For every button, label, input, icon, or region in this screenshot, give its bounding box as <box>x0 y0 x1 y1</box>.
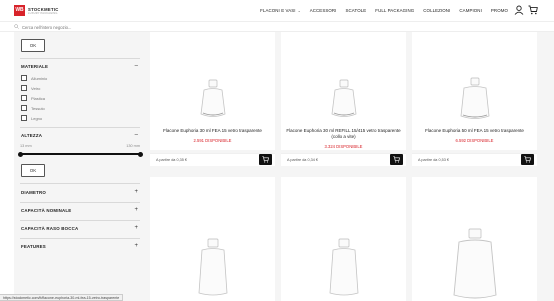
logo-tagline: LUXURY PACKAGING <box>28 11 58 15</box>
filter-option-vetro[interactable]: Vetro <box>21 85 40 91</box>
height-slider-track[interactable] <box>20 153 140 155</box>
divider <box>20 238 140 239</box>
ok-button[interactable]: OK <box>21 39 45 52</box>
nav-item-campioni[interactable]: CAMPIONI <box>459 8 482 13</box>
product-availability: 2.591 DISPONIBILE <box>193 138 232 143</box>
filter-option-legno[interactable]: Legno <box>21 115 42 121</box>
product-title[interactable]: Flacone Euphoria 30 ml REFILL 15/415 vet… <box>281 128 406 140</box>
product-image[interactable] <box>451 227 499 301</box>
logo-name: STOCKMETIC <box>28 6 59 12</box>
materiale-title[interactable]: MATERIALE <box>21 64 48 69</box>
product-card[interactable] <box>150 177 275 301</box>
search-input[interactable] <box>22 23 222 31</box>
add-to-cart-button[interactable] <box>390 154 403 165</box>
divider <box>20 202 140 203</box>
altezza-title[interactable]: ALTEZZA <box>21 133 42 138</box>
divider <box>20 127 140 128</box>
product-image[interactable] <box>198 78 228 120</box>
product-title[interactable]: Flacone Euphoria 50 ml FEA 15 vetro tras… <box>412 128 537 134</box>
product-image[interactable] <box>329 78 359 120</box>
product-card[interactable] <box>412 177 537 301</box>
filter-option-plastica[interactable]: Plastica <box>21 95 45 101</box>
product-card[interactable]: Flacone Euphoria 50 ml FEA 15 vetro tras… <box>412 32 537 150</box>
product-price: A partire da 0,34 € <box>281 153 406 166</box>
checkbox[interactable] <box>21 115 27 121</box>
divider <box>20 183 140 184</box>
features-title[interactable]: FEATURES <box>21 244 46 249</box>
status-bar: https://stockmetic.com/it/flacone-euphor… <box>0 294 124 301</box>
filter-sidebar: OK MATERIALE – Alluminio Vetro Plastica … <box>14 32 146 301</box>
cart-icon <box>393 156 400 163</box>
altezza-toggle[interactable]: – <box>135 132 138 138</box>
capacita-raso-bocca-title[interactable]: CAPACITÀ RASO BOCCA <box>21 226 78 231</box>
product-price: A partire da 0,53 € <box>412 153 537 166</box>
nav-item-collezioni[interactable]: COLLEZIONI <box>423 8 450 13</box>
main-nav: FLACONI E VASI ⌄ ACCESSORI SCATOLE FULL … <box>260 8 508 13</box>
product-card[interactable] <box>281 177 406 301</box>
capacita-raso-bocca-toggle[interactable]: + <box>134 225 138 231</box>
search-bar <box>0 22 554 32</box>
chevron-down-icon: ⌄ <box>296 9 301 13</box>
product-image[interactable] <box>458 76 492 122</box>
cart-icon <box>262 156 269 163</box>
search-icon[interactable] <box>14 24 19 29</box>
add-to-cart-button[interactable] <box>259 154 272 165</box>
height-range-labels: 13 mm 130 mm <box>20 144 140 148</box>
logo-mark: WB <box>14 5 25 16</box>
capacita-nominale-title[interactable]: CAPACITÀ NOMINALE <box>21 208 71 213</box>
features-toggle[interactable]: + <box>134 243 138 249</box>
checkbox[interactable] <box>21 75 27 81</box>
cart-icon <box>524 156 531 163</box>
add-to-cart-button[interactable] <box>521 154 534 165</box>
checkbox[interactable] <box>21 85 27 91</box>
nav-item-full-packaging[interactable]: FULL PACKAGING <box>375 8 414 13</box>
apply-height-button[interactable]: OK <box>21 164 45 177</box>
range-max-label: 130 mm <box>126 144 140 148</box>
divider <box>20 58 140 59</box>
product-grid: Flacone Euphoria 30 ml FEA 15 vetro tras… <box>146 32 554 301</box>
site-header: WB STOCKMETIC LUXURY PACKAGING FLACONI E… <box>0 0 554 22</box>
filter-option-alluminio[interactable]: Alluminio <box>21 75 47 81</box>
height-slider-min-handle[interactable] <box>17 151 23 157</box>
capacita-nominale-toggle[interactable]: + <box>134 207 138 213</box>
materiale-toggle[interactable]: – <box>135 63 138 69</box>
range-min-label: 13 mm <box>20 144 32 148</box>
filter-option-tessuto[interactable]: Tessuto <box>21 105 45 111</box>
product-card[interactable]: Flacone Euphoria 30 ml FEA 15 vetro tras… <box>150 32 275 150</box>
checkbox[interactable] <box>21 95 27 101</box>
product-image[interactable] <box>327 237 361 297</box>
diametro-toggle[interactable]: + <box>134 189 138 195</box>
nav-item-accessori[interactable]: ACCESSORI <box>310 8 337 13</box>
diametro-title[interactable]: DIAMETRO <box>21 190 46 195</box>
product-title[interactable]: Flacone Euphoria 30 ml FEA 15 vetro tras… <box>150 128 275 134</box>
product-availability: 6.592 DISPONIBILE <box>455 138 494 143</box>
height-slider-max-handle[interactable] <box>137 151 143 157</box>
product-image[interactable] <box>196 237 230 297</box>
nav-item-promo[interactable]: PROMO <box>491 8 508 13</box>
product-availability: 3.324 DISPONIBILE <box>324 144 363 149</box>
divider <box>20 220 140 221</box>
cart-icon[interactable] <box>528 5 538 15</box>
user-icon[interactable] <box>514 5 524 15</box>
nav-item-scatole[interactable]: SCATOLE <box>346 8 367 13</box>
checkbox[interactable] <box>21 105 27 111</box>
nav-item-flaconi-e-vasi[interactable]: FLACONI E VASI ⌄ <box>260 8 301 13</box>
product-card[interactable]: Flacone Euphoria 30 ml REFILL 15/415 vet… <box>281 32 406 150</box>
logo[interactable]: WB STOCKMETIC LUXURY PACKAGING <box>14 5 59 16</box>
product-price: A partire da 0,35 € <box>150 153 275 166</box>
